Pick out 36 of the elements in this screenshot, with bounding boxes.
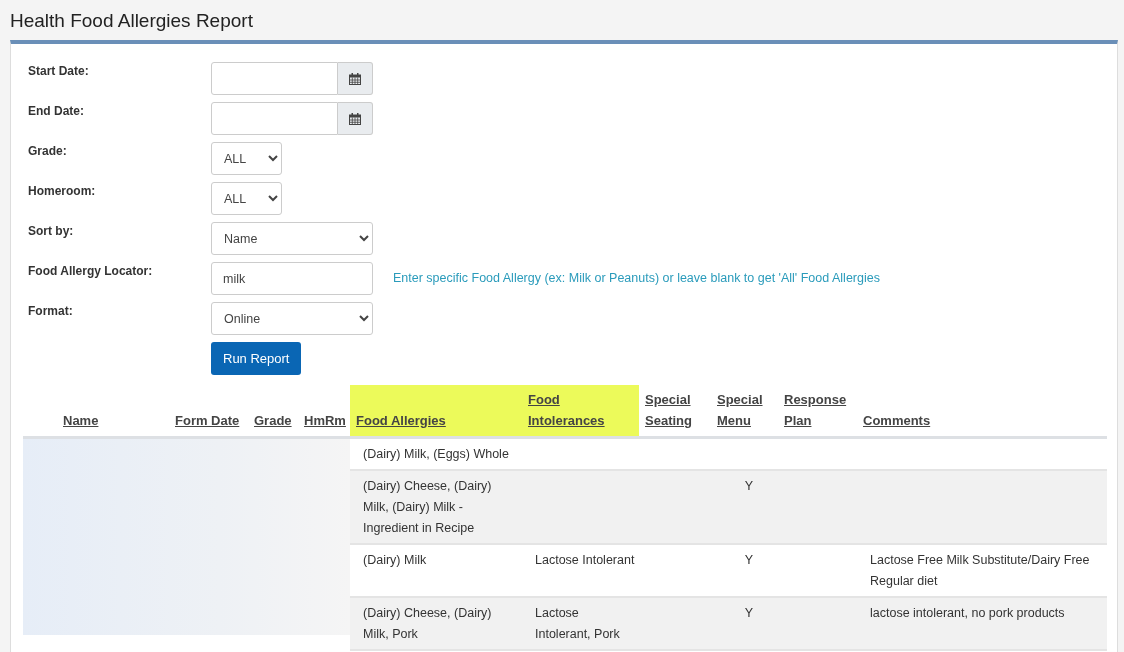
column-header[interactable]: Comments <box>857 385 1107 438</box>
field-label: Grade: <box>28 143 68 158</box>
column-header[interactable]: Food Intolerances <box>522 385 639 438</box>
table-cell: (Dairy) Milk, (Eggs) Whole <box>363 447 509 461</box>
calendar-icon[interactable] <box>338 102 373 135</box>
table-cell: Lactose Intolerant, Pork <box>535 606 620 641</box>
hint-text: Enter specific Food Allergy (ex: Milk or Peanuts) or leave blank to get 'All' Food Allergies <box>393 270 880 285</box>
dropdown[interactable]: ALL <box>211 142 282 175</box>
field-label: Start Date: <box>28 63 90 78</box>
column-header[interactable]: Response Plan <box>778 385 857 438</box>
table-cell: Lactose Intolerant <box>535 553 635 567</box>
field-label: End Date: <box>28 103 85 118</box>
table-cell: (Dairy) Cheese, (Dairy) Milk, Pork <box>363 606 492 641</box>
calendar-icon[interactable] <box>338 62 373 95</box>
table-cell: Lactose Free Milk Substitute/Dairy Free Regular diet <box>870 553 1090 588</box>
field-label: Sort by: <box>28 223 75 238</box>
field-label: Food Allergy Locator: <box>28 263 154 278</box>
table-cell: (Dairy) Cheese, (Dairy) Milk, (Dairy) Milk - Ingredient in Recipe <box>363 479 492 535</box>
date-field[interactable] <box>211 62 338 95</box>
run-report-button[interactable]: Run Report <box>211 342 302 375</box>
page-title: Health Food Allergies Report <box>9 9 254 33</box>
dropdown[interactable]: Name <box>211 222 373 255</box>
field-label: Format: <box>28 303 74 318</box>
table-cell: Y <box>744 606 754 620</box>
text-field[interactable]: milk <box>211 262 373 295</box>
date-field[interactable] <box>211 102 338 135</box>
column-header[interactable]: Food Allergies <box>350 385 522 438</box>
field-label: Homeroom: <box>28 183 97 198</box>
table-cell: Y <box>744 479 754 493</box>
table-cell: lactose intolerant, no pork products <box>870 606 1065 620</box>
dropdown[interactable]: ALL <box>211 182 282 215</box>
column-header[interactable]: Special Seating <box>639 385 711 438</box>
table-cell: (Dairy) Milk <box>363 553 427 567</box>
column-header[interactable]: Special Menu <box>711 385 778 438</box>
dropdown[interactable]: Online <box>211 302 373 335</box>
table-cell: Y <box>744 553 754 567</box>
